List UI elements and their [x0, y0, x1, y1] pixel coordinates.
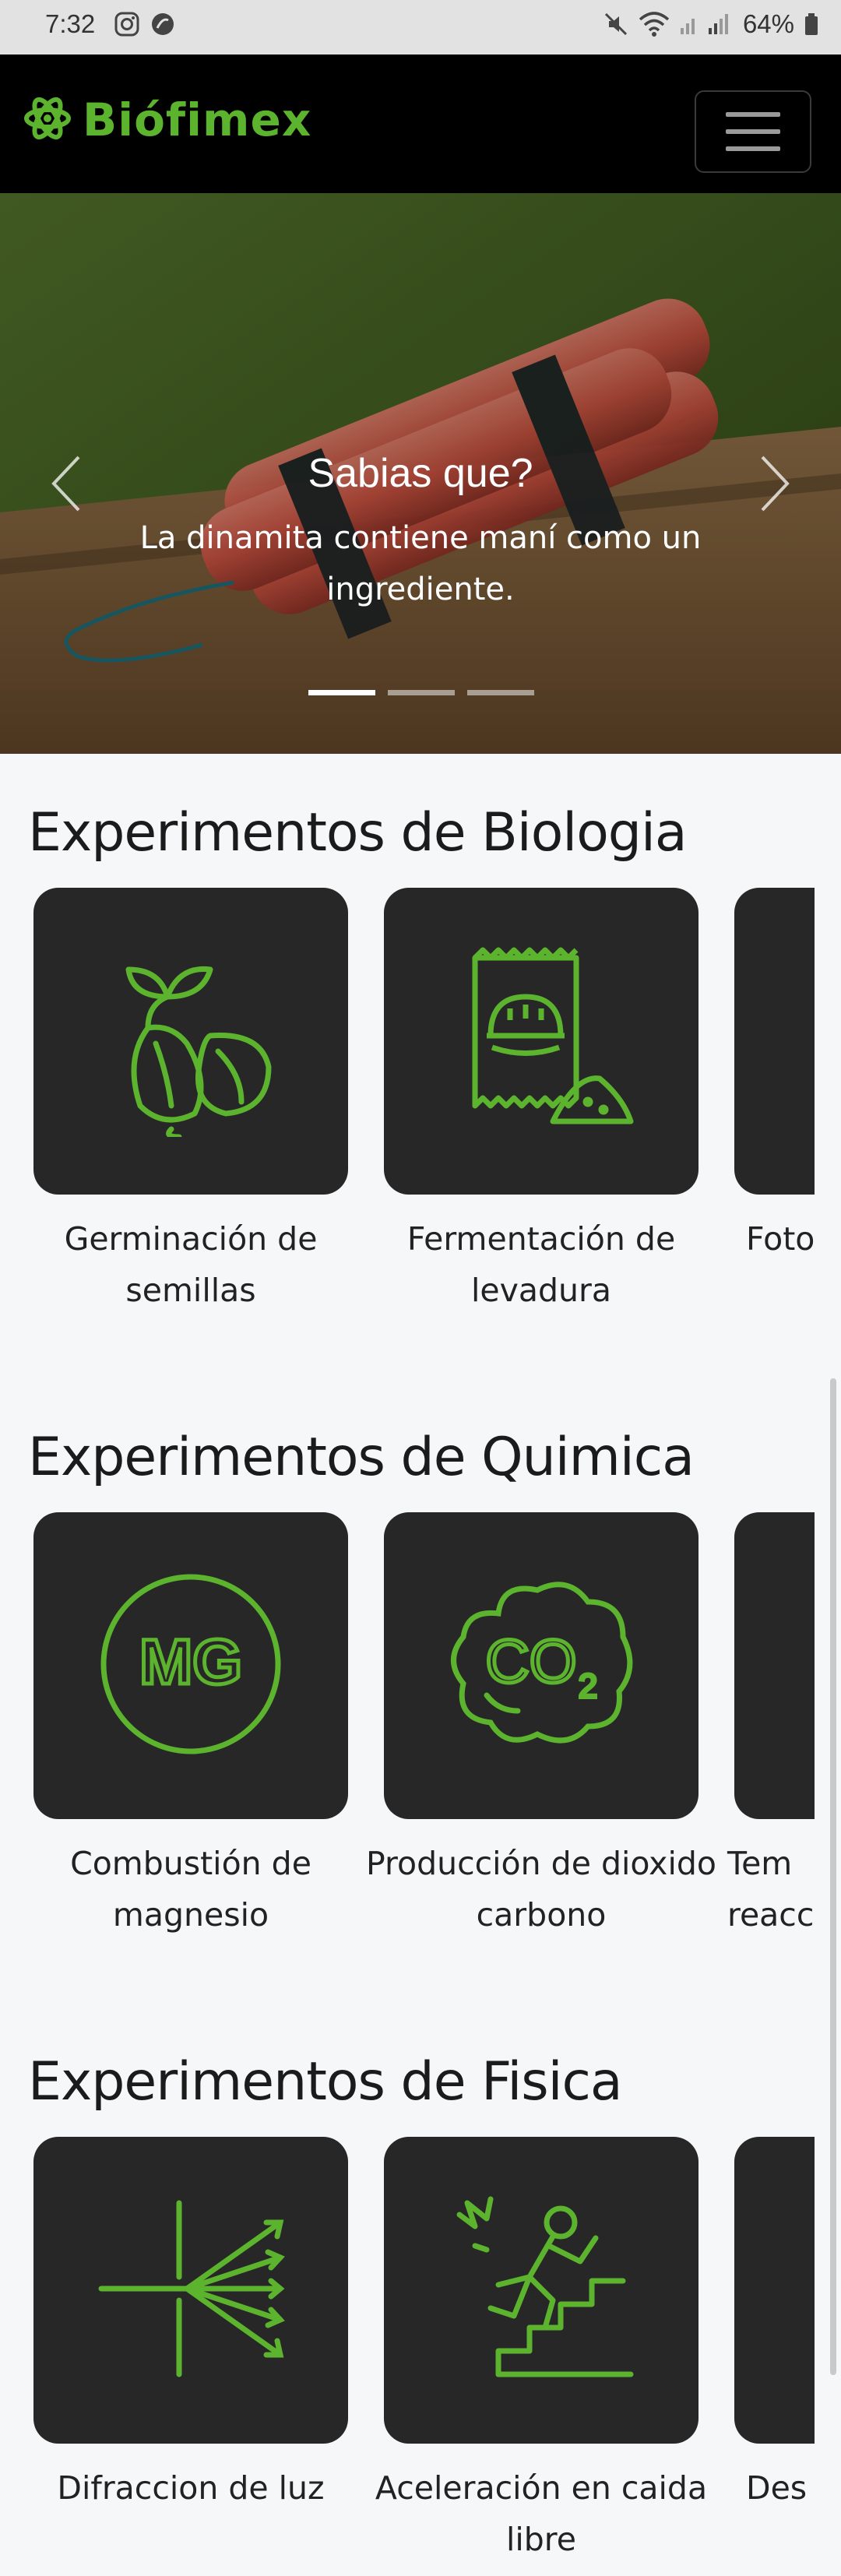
atom-icon: [23, 94, 72, 146]
status-bar: 7:32 64%: [0, 0, 841, 55]
card-tile: [734, 2137, 815, 2444]
card-tile: [33, 2137, 348, 2444]
yeast-bread-icon: [444, 942, 639, 1140]
card-row: MG Combustión de magnesio CO 2 Producció…: [0, 1512, 815, 1948]
card-tile: [734, 1512, 815, 1819]
section-title: Experimentos de Quimica: [28, 1427, 695, 1488]
navbar: Biófimex: [0, 55, 841, 193]
svg-text:2: 2: [579, 1667, 597, 1705]
card-tile: [33, 888, 348, 1195]
carousel-indicators: [308, 690, 534, 695]
hero-carousel: Sabias que? La dinamita contiene maní co…: [0, 193, 841, 754]
signal-icon: [679, 12, 734, 36]
seed-sprout-icon: [93, 942, 288, 1140]
status-right: 64%: [603, 9, 819, 39]
hamburger-line: [726, 129, 780, 134]
card-label: Difraccion de luz: [57, 2469, 325, 2507]
menu-toggle-button[interactable]: [695, 90, 811, 173]
hamburger-icon: [726, 112, 780, 117]
card-row: Germinación de semillas Fermentación de …: [0, 888, 815, 1324]
carousel-indicator-3[interactable]: [467, 690, 534, 695]
svg-text:CO: CO: [486, 1627, 577, 1695]
carousel-indicator-1[interactable]: [308, 690, 375, 695]
card-label: Aceleración en caida libre: [375, 2469, 708, 2558]
caption-text: La dinamita contiene maní como un ingred…: [139, 520, 702, 607]
carousel-caption: Sabias que? La dinamita contiene maní co…: [0, 450, 841, 615]
brand-logo-link[interactable]: Biófimex: [23, 93, 311, 146]
section-title: Experimentos de Fisica: [28, 2051, 623, 2113]
svg-text:MG: MG: [139, 1627, 242, 1698]
card-row: Difraccion de luz Aceleración en caida l…: [0, 2137, 815, 2573]
instagram-icon: [114, 11, 140, 44]
card-label: Producción de dioxido carbono: [366, 1845, 716, 1934]
card-label: Tem reacc: [727, 1845, 815, 1934]
card-tile: [734, 888, 815, 1195]
section-title: Experimentos de Biologia: [28, 802, 688, 864]
battery-level: 64%: [742, 9, 794, 38]
mute-icon: [603, 11, 629, 37]
card-tile: MG: [33, 1512, 348, 1819]
brand-name: Biófimex: [83, 93, 312, 146]
card-label: Des: [746, 2469, 808, 2507]
card-tile: CO 2: [384, 1512, 698, 1819]
caption-title: Sabias que?: [308, 451, 533, 496]
battery-icon: [804, 12, 819, 36]
magnesium-icon: MG: [97, 1571, 284, 1761]
card-tile: [384, 2137, 698, 2444]
card-label: Foto: [746, 1220, 815, 1258]
light-diffraction-icon: [93, 2191, 288, 2389]
co2-cloud-icon: CO 2: [444, 1575, 639, 1757]
card-label: Combustión de magnesio: [70, 1845, 311, 1934]
hamburger-line: [726, 146, 780, 151]
app-notification-icon: [150, 11, 176, 44]
status-time: 7:32: [45, 9, 96, 38]
card-label: Germinación de semillas: [64, 1220, 318, 1309]
page-scrollbar[interactable]: [830, 1378, 836, 2375]
card-label: Fermentación de levadura: [406, 1220, 676, 1309]
card-tile: [384, 888, 698, 1195]
carousel-indicator-2[interactable]: [388, 690, 455, 695]
falling-person-icon: [444, 2191, 639, 2389]
wifi-icon: [639, 12, 670, 37]
